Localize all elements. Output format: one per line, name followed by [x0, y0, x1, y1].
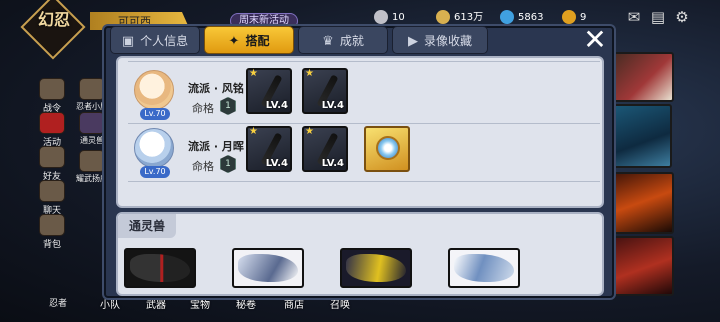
- modal-tab-bar: ▣ 个人信息 ✦ 搭配 ♛ 成就 ▶ 录像收藏: [110, 26, 500, 56]
- slot-level: LV.4: [265, 100, 288, 111]
- list-item: Lv.70 流派 · 风铭 命格 1 ★ LV.4 ★ LV.4: [128, 66, 600, 124]
- slot-level: LV.4: [265, 158, 288, 169]
- card-icon: ▣: [121, 34, 135, 49]
- fate-badge: 1: [220, 97, 236, 115]
- play-icon: ▶: [407, 34, 418, 49]
- hero-name: 流派 · 月晖: [188, 140, 244, 153]
- section-title: 通灵兽: [118, 214, 176, 238]
- mirror-orb-icon: [376, 136, 400, 160]
- ninja-house-icon: [79, 78, 105, 100]
- hero-avatar[interactable]: [134, 128, 174, 168]
- hero-avatar[interactable]: [134, 70, 174, 110]
- list-item: [128, 58, 600, 62]
- list-item: Lv.70 流派 · 月晖 命格 1 ★ LV.4 ★ LV.4: [128, 124, 600, 182]
- event-banner-card[interactable]: [604, 104, 672, 168]
- nav-team[interactable]: 小队: [100, 296, 120, 311]
- dragon-icon: [346, 254, 406, 282]
- beast-card-white-eagle[interactable]: [232, 248, 304, 288]
- sidebar-item-activity[interactable]: 活动: [32, 112, 72, 148]
- spirit-beast-icon: [79, 112, 105, 134]
- cat-icon: [79, 150, 105, 172]
- fate-badge: 1: [220, 155, 236, 173]
- gem-icon: [500, 10, 514, 24]
- event-banner-card[interactable]: [604, 52, 674, 102]
- gold-coin-icon: [436, 10, 450, 24]
- stamina-icon: [562, 10, 576, 24]
- trophy-icon: ♛: [322, 34, 334, 49]
- loadout-list[interactable]: Lv.70 流派 · 风铭 命格 1 ★ LV.4 ★ LV.4 Lv.70 流…: [116, 56, 604, 208]
- sidebar-item-battlepass[interactable]: 战令: [32, 78, 72, 114]
- level-badge: Lv.70: [140, 108, 170, 120]
- resource-gold[interactable]: 613万: [436, 10, 483, 26]
- friends-icon: [39, 146, 65, 168]
- bottom-ninja-label[interactable]: 忍者: [36, 296, 80, 309]
- eagle-icon: [238, 254, 298, 282]
- beast-card-dark-dragon[interactable]: [340, 248, 412, 288]
- weapon-slot[interactable]: ★ LV.4: [302, 68, 348, 114]
- tab-replay-collection[interactable]: ▶ 录像收藏: [392, 26, 488, 54]
- shuriken-icon: ✦: [228, 34, 240, 49]
- tiger-icon: [454, 254, 514, 282]
- announcement-icon[interactable]: ▤: [648, 9, 668, 25]
- nav-shop[interactable]: 商店: [284, 296, 304, 311]
- battlepass-icon: [39, 78, 65, 100]
- fate-label: 命格: [192, 160, 214, 173]
- nav-treasure[interactable]: 宝物: [190, 296, 210, 311]
- event-banner-card[interactable]: [604, 172, 674, 234]
- chat-icon: [39, 180, 65, 202]
- slot-level: LV.4: [321, 100, 344, 111]
- hero-name: 流派 · 风铭: [188, 82, 244, 95]
- tab-achievements[interactable]: ♛ 成就: [298, 26, 388, 54]
- nav-scroll[interactable]: 秘卷: [236, 296, 256, 311]
- mail-icon[interactable]: ✉: [624, 9, 644, 25]
- star-icon: ★: [249, 126, 258, 137]
- sidebar-item-bag[interactable]: 背包: [32, 214, 72, 250]
- fate-label: 命格: [192, 102, 214, 115]
- nav-weapon[interactable]: 武器: [146, 296, 166, 311]
- spirit-beast-panel: 通灵兽: [116, 212, 604, 296]
- nav-summon[interactable]: 召唤: [330, 296, 350, 311]
- star-icon: ★: [305, 126, 314, 137]
- wolf-icon: [130, 254, 190, 282]
- star-icon: ★: [305, 68, 314, 79]
- logo-text: 幻忍: [37, 10, 70, 29]
- slot-level: LV.4: [321, 158, 344, 169]
- sidebar-item-friends[interactable]: 好友: [32, 146, 72, 182]
- resource-silver[interactable]: 10: [374, 10, 405, 26]
- silver-coin-icon: [374, 10, 388, 24]
- event-banner-card[interactable]: [604, 236, 674, 296]
- settings-gear-icon[interactable]: ⚙: [672, 9, 692, 25]
- weapon-slot[interactable]: ★ LV.4: [246, 68, 292, 114]
- tab-loadout[interactable]: ✦ 搭配: [204, 26, 294, 54]
- resource-gem[interactable]: 5863: [500, 10, 543, 26]
- backpack-icon: [39, 214, 65, 236]
- sidebar-item-chat[interactable]: 聊天: [32, 180, 72, 216]
- level-badge: Lv.70: [140, 166, 170, 178]
- treasure-slot[interactable]: [364, 126, 410, 172]
- tab-personal-info[interactable]: ▣ 个人信息: [110, 26, 200, 54]
- star-icon: ★: [249, 68, 258, 79]
- beast-card-black-wolf[interactable]: [124, 248, 196, 288]
- weapon-slot[interactable]: ★ LV.4: [302, 126, 348, 172]
- close-button[interactable]: ✕: [580, 26, 610, 54]
- beast-card-white-tiger[interactable]: [448, 248, 520, 288]
- weapon-slot[interactable]: ★ LV.4: [246, 126, 292, 172]
- torii-gate-icon: [39, 112, 65, 134]
